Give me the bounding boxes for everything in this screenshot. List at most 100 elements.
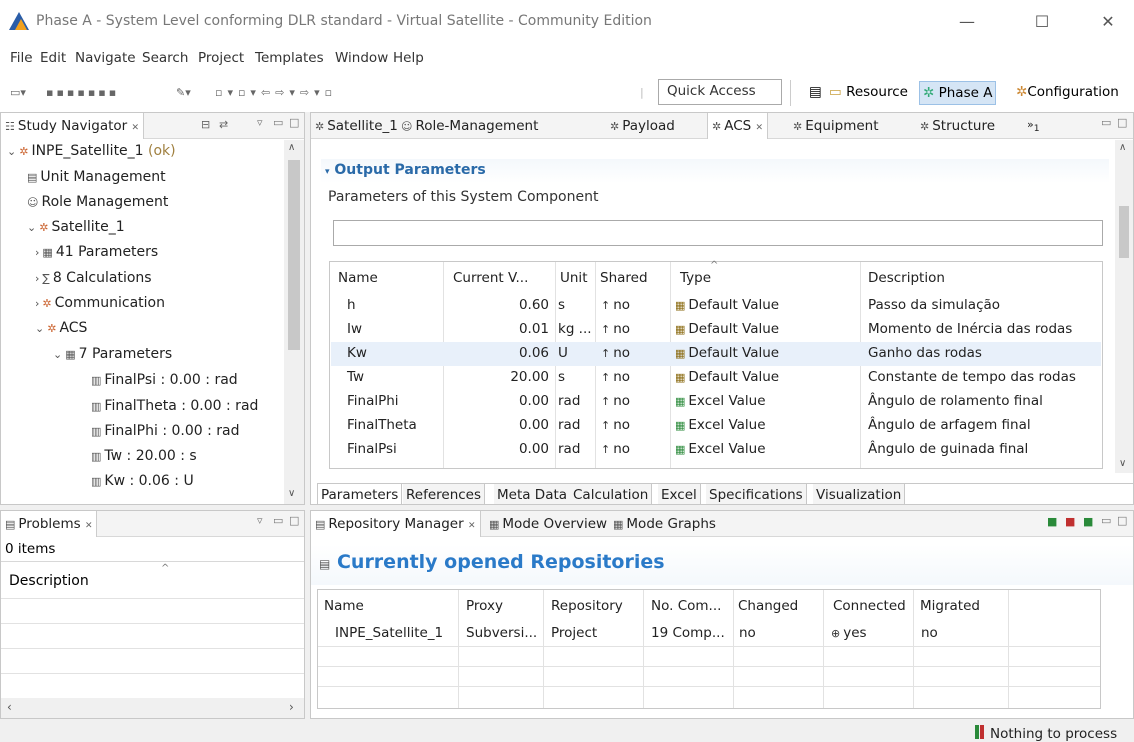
problems-hscrollbar[interactable]: ‹ › — [1, 698, 304, 718]
tab-equipment[interactable]: ✲ Equipment — [789, 113, 883, 139]
tree-item-param-finalpsi[interactable]: ▥ FinalPsi : 0.00 : rad — [91, 372, 238, 388]
subtab-meta-data[interactable]: Meta Data — [494, 484, 572, 504]
scroll-down-icon[interactable]: ∨ — [1119, 458, 1126, 469]
tab-repository-manager[interactable]: ▤ Repository Manager ✕ — [311, 511, 481, 537]
close-icon[interactable]: ✕ — [85, 521, 93, 531]
maximize-view-icon[interactable]: □ — [1117, 116, 1127, 129]
tab-study-navigator[interactable]: ☷ Study Navigator ✕ — [1, 113, 145, 139]
table-row[interactable]: INPE_Satellite_1 Subversi... Project 19 … — [319, 622, 1099, 646]
col-header-name[interactable]: Name — [338, 270, 378, 286]
minimize-view-icon[interactable]: ▭ — [1101, 116, 1111, 129]
col-header-shared[interactable]: Shared — [600, 270, 648, 286]
view-menu-icon[interactable]: ▿ — [257, 116, 263, 129]
menu-templates[interactable]: Templates — [255, 50, 324, 66]
expand-arrow-icon[interactable]: ⌄ — [35, 322, 44, 335]
tab-mode-overview[interactable]: ▦ Mode Overview — [485, 511, 611, 537]
minimize-view-icon[interactable]: ▭ — [1101, 514, 1111, 527]
table-row[interactable]: h 0.60 s ↑ no ▦ Default Value Passo da sim… — [331, 294, 1101, 318]
col-header-name[interactable]: Name — [324, 598, 364, 614]
perspective-configuration[interactable]: ✲Configuration — [1013, 81, 1122, 105]
subtab-parameters[interactable]: Parameters — [317, 484, 403, 504]
tabs-overflow-button[interactable]: »1 — [1023, 113, 1044, 139]
tab-satellite-1[interactable]: ✲ Satellite_1 — [311, 113, 402, 139]
repo-action-icon[interactable]: ■ — [1065, 515, 1075, 528]
scroll-left-icon[interactable]: ‹ — [7, 700, 12, 714]
subtab-visualization[interactable]: Visualization — [813, 484, 906, 504]
collapse-icon[interactable]: ▾ — [325, 167, 330, 177]
tree-item-satellite[interactable]: ⌄ ✲ Satellite_1 — [27, 219, 125, 235]
minimize-view-icon[interactable]: ▭ — [273, 514, 283, 527]
scroll-right-icon[interactable]: › — [289, 700, 294, 714]
expand-arrow-icon[interactable]: › — [35, 297, 39, 310]
tab-problems[interactable]: ▤ Problems ✕ — [1, 511, 98, 537]
close-icon[interactable]: ✕ — [468, 521, 476, 531]
minimize-button[interactable]: — — [955, 10, 979, 34]
expand-arrow-icon[interactable]: ⌄ — [53, 348, 62, 361]
repo-action-icon[interactable]: ■ — [1083, 515, 1093, 528]
tree-item-param-finaltheta[interactable]: ▥ FinalTheta : 0.00 : rad — [91, 398, 258, 414]
wand-icon[interactable]: ✎▾ — [176, 86, 191, 100]
nav-icons[interactable]: ▫▾▫▾⇦⇨▾⇨▾▫ — [215, 86, 337, 100]
tree-item-param-kw[interactable]: ▥ Kw : 0.06 : U — [91, 473, 194, 489]
tree-item-param-finalphi[interactable]: ▥ FinalPhi : 0.00 : rad — [91, 423, 240, 439]
navigator-scrollbar[interactable]: ∧ ∨ — [284, 140, 304, 504]
expand-arrow-icon[interactable]: › — [35, 246, 39, 259]
table-row[interactable]: Tw 20.00 s ↑ no ▦ Default Value Constante … — [331, 366, 1101, 390]
menu-help[interactable]: Help — [393, 50, 424, 66]
expand-arrow-icon[interactable]: › — [35, 272, 39, 285]
close-button[interactable]: ✕ — [1096, 10, 1120, 34]
col-header-type[interactable]: Type — [680, 270, 711, 286]
tree-item-calculations[interactable]: › ∑ 8 Calculations — [35, 270, 152, 286]
link-editor-icon[interactable]: ⇄ — [219, 118, 228, 131]
maximize-view-icon[interactable]: □ — [289, 116, 299, 129]
section-header[interactable]: ▾ Output Parameters — [321, 159, 1109, 183]
tree-item-param-tw[interactable]: ▥ Tw : 20.00 : s — [91, 448, 197, 464]
col-header-unit[interactable]: Unit — [560, 270, 587, 286]
save-icons[interactable]: ▪▪▪▪▪▪▪ — [46, 86, 119, 100]
tree-item-parameters[interactable]: › ▦ 41 Parameters — [35, 244, 158, 260]
perspective-resource[interactable]: ▭ Resource — [826, 81, 911, 105]
col-header-connected[interactable]: Connected — [833, 598, 906, 614]
editor-scrollbar[interactable]: ∧ ∨ — [1115, 140, 1133, 473]
col-header-proxy[interactable]: Proxy — [466, 598, 503, 614]
tab-mode-graphs[interactable]: ▦ Mode Graphs — [609, 511, 720, 537]
open-perspective-icon[interactable]: ▤ — [806, 81, 825, 105]
menu-project[interactable]: Project — [198, 50, 244, 66]
tab-acs[interactable]: ✲ ACS ✕ — [707, 113, 769, 139]
menu-file[interactable]: File — [10, 50, 33, 66]
subtab-references[interactable]: References — [403, 484, 486, 504]
menu-search[interactable]: Search — [142, 50, 188, 66]
view-menu-icon[interactable]: ▿ — [257, 514, 263, 527]
col-header-changed[interactable]: Changed — [738, 598, 798, 614]
expand-arrow-icon[interactable]: ⌄ — [7, 145, 16, 158]
filter-input[interactable] — [333, 220, 1103, 246]
tree-item-communication[interactable]: › ✲ Communication — [35, 295, 165, 311]
col-header-description[interactable]: Description — [9, 573, 89, 589]
col-header-migrated[interactable]: Migrated — [920, 598, 980, 614]
subtab-calculation[interactable]: Calculation — [570, 484, 653, 504]
scrollbar-thumb[interactable] — [288, 160, 300, 350]
tab-payload[interactable]: ✲ Payload — [606, 113, 679, 139]
menu-window[interactable]: Window — [335, 50, 388, 66]
minimize-view-icon[interactable]: ▭ — [273, 116, 283, 129]
scroll-up-icon[interactable]: ∧ — [1119, 142, 1126, 153]
col-header-repository[interactable]: Repository — [551, 598, 623, 614]
maximize-view-icon[interactable]: □ — [289, 514, 299, 527]
collapse-all-icon[interactable]: ⊟ — [201, 118, 210, 131]
quick-access-field[interactable]: Quick Access — [658, 79, 782, 105]
scrollbar-thumb[interactable] — [1119, 206, 1129, 258]
maximize-button[interactable]: ☐ — [1030, 10, 1054, 34]
menu-edit[interactable]: Edit — [40, 50, 66, 66]
perspective-phase-a[interactable]: ✲ Phase A — [919, 81, 997, 105]
tree-item-unit-management[interactable]: ▤ Unit Management — [27, 169, 166, 185]
table-row[interactable]: FinalTheta 0.00 rad ↑ no ▦ Excel Value Âng… — [331, 414, 1101, 438]
tree-item-acs-parameters[interactable]: ⌄ ▦ 7 Parameters — [53, 346, 172, 362]
col-header-description[interactable]: Description — [868, 270, 945, 286]
tree-item-role-management[interactable]: ☺ Role Management — [27, 194, 168, 210]
table-row[interactable]: FinalPhi 0.00 rad ↑ no ▦ Excel Value Ângul… — [331, 390, 1101, 414]
expand-arrow-icon[interactable]: ⌄ — [27, 221, 36, 234]
subtab-specifications[interactable]: Specifications — [706, 484, 807, 504]
scroll-up-icon[interactable]: ∧ — [288, 142, 295, 153]
scroll-down-icon[interactable]: ∨ — [288, 488, 295, 499]
col-header-no-commits[interactable]: No. Com... — [651, 598, 721, 614]
